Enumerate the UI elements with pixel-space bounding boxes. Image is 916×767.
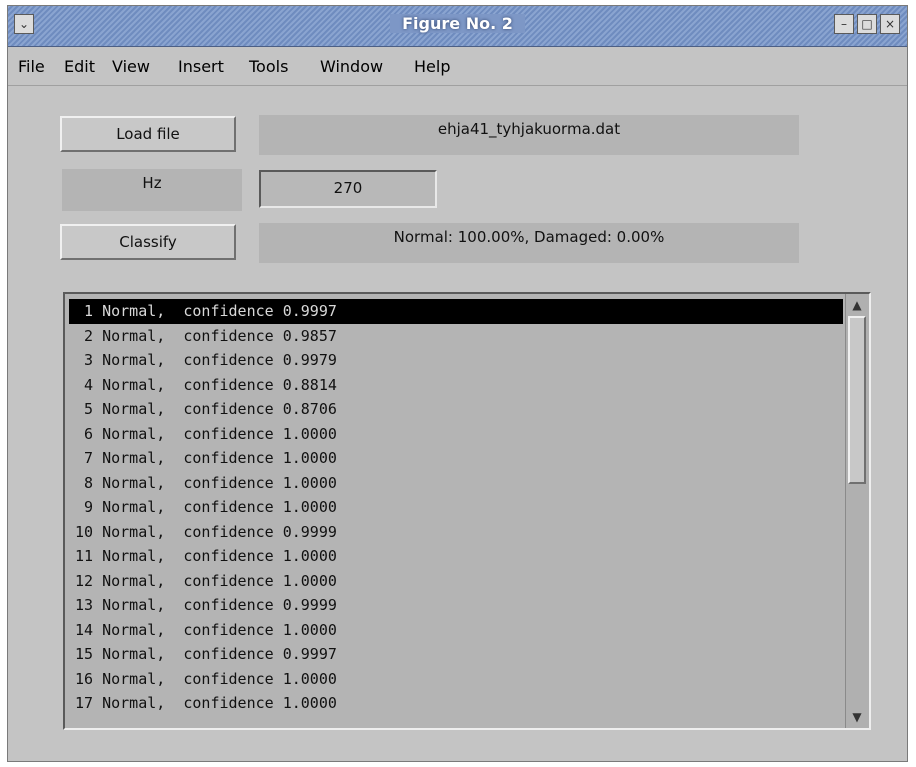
close-icon[interactable]: × <box>880 14 900 34</box>
vertical-scrollbar[interactable]: ▲ ▼ <box>845 294 869 728</box>
classification-result: Normal: 100.00%, Damaged: 0.00% <box>259 223 799 263</box>
list-item[interactable]: 3 Normal, confidence 0.9979 <box>69 348 843 373</box>
classify-button[interactable]: Classify <box>60 224 236 260</box>
list-item[interactable]: 1 Normal, confidence 0.9997 <box>69 299 843 324</box>
results-rows: 1 Normal, confidence 0.9997 2 Normal, co… <box>69 299 843 716</box>
list-item[interactable]: 14 Normal, confidence 1.0000 <box>69 618 843 643</box>
list-item[interactable]: 7 Normal, confidence 1.0000 <box>69 446 843 471</box>
list-item[interactable]: 6 Normal, confidence 1.0000 <box>69 422 843 447</box>
figure-window: ⌄ Figure No. 2 – □ × File Edit View Inse… <box>7 5 908 762</box>
scroll-down-icon[interactable]: ▼ <box>848 708 866 726</box>
list-item[interactable]: 10 Normal, confidence 0.9999 <box>69 520 843 545</box>
list-item[interactable]: 4 Normal, confidence 0.8814 <box>69 373 843 398</box>
title-bar[interactable]: ⌄ Figure No. 2 – □ × <box>8 6 907 47</box>
filename-display: ehja41_tyhjakuorma.dat <box>259 115 799 155</box>
menu-file[interactable]: File <box>18 57 45 76</box>
list-item[interactable]: 5 Normal, confidence 0.8706 <box>69 397 843 422</box>
scroll-up-icon[interactable]: ▲ <box>848 296 866 314</box>
list-item[interactable]: 17 Normal, confidence 1.0000 <box>69 691 843 716</box>
menu-insert[interactable]: Insert <box>178 57 224 76</box>
list-item[interactable]: 15 Normal, confidence 0.9997 <box>69 642 843 667</box>
list-item[interactable]: 12 Normal, confidence 1.0000 <box>69 569 843 594</box>
menu-view[interactable]: View <box>112 57 150 76</box>
menu-bar: File Edit View Insert Tools Window Help <box>8 47 907 86</box>
list-item[interactable]: 2 Normal, confidence 0.9857 <box>69 324 843 349</box>
menu-edit[interactable]: Edit <box>64 57 95 76</box>
list-item[interactable]: 9 Normal, confidence 1.0000 <box>69 495 843 520</box>
hz-label: Hz <box>62 169 242 211</box>
scroll-thumb[interactable] <box>848 316 866 484</box>
menu-window[interactable]: Window <box>320 57 383 76</box>
menu-help[interactable]: Help <box>414 57 450 76</box>
maximize-icon[interactable]: □ <box>857 14 877 34</box>
minimize-icon[interactable]: – <box>834 14 854 34</box>
load-file-button[interactable]: Load file <box>60 116 236 152</box>
list-item[interactable]: 13 Normal, confidence 0.9999 <box>69 593 843 618</box>
hz-input[interactable]: 270 <box>259 170 437 208</box>
list-item[interactable]: 8 Normal, confidence 1.0000 <box>69 471 843 496</box>
window-title: Figure No. 2 <box>8 14 907 33</box>
menu-tools[interactable]: Tools <box>249 57 288 76</box>
results-listbox[interactable]: 1 Normal, confidence 0.9997 2 Normal, co… <box>63 292 871 730</box>
list-item[interactable]: 16 Normal, confidence 1.0000 <box>69 667 843 692</box>
list-item[interactable]: 11 Normal, confidence 1.0000 <box>69 544 843 569</box>
